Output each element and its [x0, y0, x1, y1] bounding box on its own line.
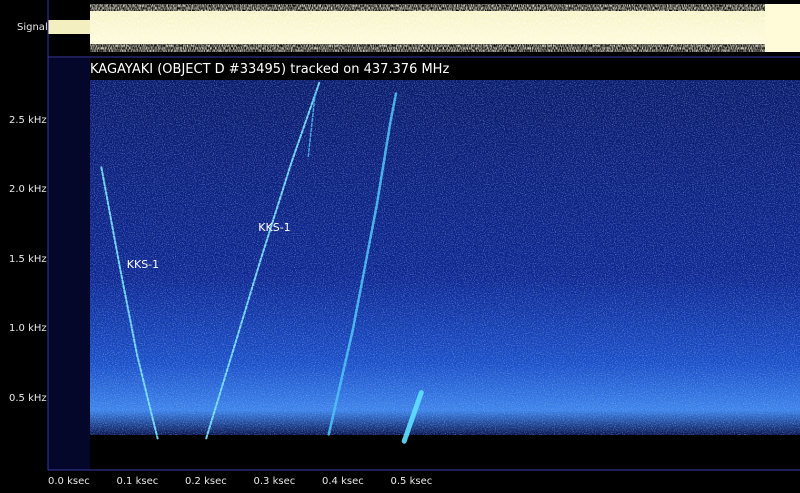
signal-label: Signal [17, 22, 48, 33]
chart-title: KAGAYAKI (OBJECT D #33495) tracked on 43… [90, 62, 450, 77]
trace-annotation: KKS-1 [126, 258, 160, 272]
y-tick-label: 2.0 kHz [9, 184, 47, 195]
signal-trace-high [765, 4, 800, 52]
y-tick-label: 2.5 kHz [9, 114, 47, 126]
x-tick-label: 0.2 ksec [185, 476, 227, 487]
spectrogram-noise [90, 80, 800, 435]
x-tick-label: 0.1 ksec [116, 476, 159, 487]
spectrogram-left-dark [48, 58, 90, 470]
x-tick-label: 0.0 ksec [48, 476, 90, 487]
x-tick-label: 0.4 ksec [322, 476, 364, 487]
x-tick-label: 0.3 ksec [253, 476, 296, 487]
spectrogram-bottom-band [90, 435, 800, 470]
signal-noise [90, 4, 765, 52]
y-tick-label: 1.5 kHz [9, 253, 47, 265]
spectrogram-window: Signal KAGAYAKI (OBJECT D #33495) tracke… [0, 0, 800, 493]
y-tick-label: 1.0 kHz [9, 323, 47, 334]
trace-annotation: KKS-1 [258, 220, 291, 234]
x-tick-label: 0.5 ksec [390, 476, 433, 487]
signal-trace-low [48, 20, 90, 34]
y-tick-label: 0.5 kHz [9, 392, 47, 404]
